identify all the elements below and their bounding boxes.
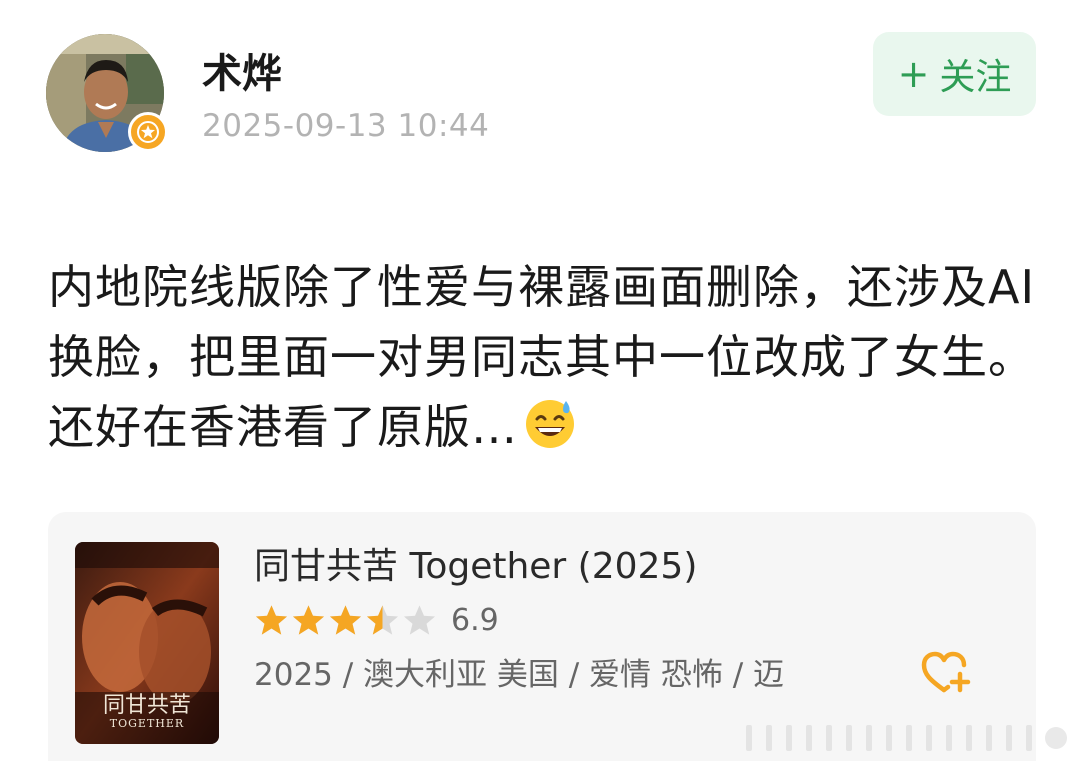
star-icon	[255, 605, 288, 635]
movie-meta: 2025 / 澳大利亚 美国 / 爱情 恐怖 / 迈	[254, 657, 785, 693]
poster-title: 同甘共苦 TOGETHER	[75, 694, 219, 730]
author-name[interactable]: 术烨	[202, 46, 282, 102]
star-icon	[329, 605, 362, 635]
post-timestamp: 2025-09-13 10:44	[202, 108, 490, 144]
star-badge-icon	[128, 112, 168, 152]
plus-icon: +	[897, 52, 930, 96]
star-rating	[254, 603, 437, 637]
poster-title-cn: 同甘共苦	[102, 693, 191, 718]
star-icon	[403, 605, 436, 635]
rating-value: 6.9	[451, 602, 499, 638]
post-body: 内地院线版除了性爱与裸露画面删除，还涉及AI换脸，把里面一对男同志其中一位改成了…	[48, 252, 1038, 470]
movie-title[interactable]: 同甘共苦 Together (2025)	[254, 542, 697, 592]
heart-plus-icon[interactable]	[918, 648, 974, 698]
author-avatar[interactable]	[46, 34, 168, 156]
poster-title-en: TOGETHER	[109, 717, 185, 730]
follow-button-label: 关注	[939, 57, 1012, 98]
grinning-sweat-emoji	[522, 395, 578, 470]
star-icon	[292, 605, 325, 635]
star-icon	[366, 605, 399, 635]
watermark	[746, 725, 1067, 751]
follow-button[interactable]: + 关注	[873, 32, 1036, 116]
movie-poster[interactable]: 同甘共苦 TOGETHER	[75, 542, 219, 744]
rating-row: 6.9	[254, 600, 499, 640]
